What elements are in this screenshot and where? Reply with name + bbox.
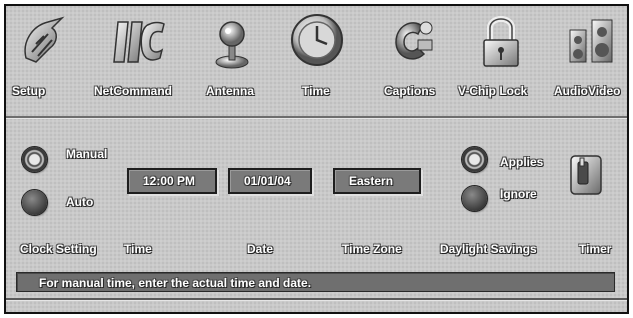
date-value: 01/01/04 bbox=[244, 174, 291, 188]
menu-bar: Setup NetCommand Antenna Time Captions V… bbox=[6, 6, 627, 118]
netcommand-icon bbox=[112, 12, 168, 77]
menu-label-audio-video: AudioVideo bbox=[554, 84, 621, 98]
menu-label-netcommand: NetCommand bbox=[94, 84, 173, 98]
daylight-savings-label: Daylight Savings bbox=[440, 242, 537, 256]
menu-item-audio-video[interactable]: AudioVideo bbox=[552, 6, 627, 114]
auto-radio-label: Auto bbox=[66, 195, 94, 209]
lock-icon bbox=[480, 12, 522, 77]
menu-item-netcommand[interactable]: NetCommand bbox=[86, 6, 186, 114]
bottom-divider bbox=[6, 298, 627, 300]
clock-setting-label: Clock Setting bbox=[20, 242, 97, 256]
audio-video-icon bbox=[566, 12, 616, 77]
captions-icon bbox=[388, 12, 436, 77]
timer-label: Timer bbox=[579, 242, 612, 256]
antenna-icon bbox=[210, 12, 254, 77]
status-message: For manual time, enter the actual time a… bbox=[39, 276, 312, 290]
date-field[interactable]: 01/01/04 bbox=[228, 168, 312, 194]
menu-label-time: Time bbox=[302, 84, 330, 98]
time-value: 12:00 PM bbox=[143, 174, 196, 188]
time-field[interactable]: 12:00 PM bbox=[127, 168, 217, 194]
menu-item-vchip-lock[interactable]: V-Chip Lock bbox=[458, 6, 544, 114]
time-label: Time bbox=[124, 242, 152, 256]
manual-radio-label: Manual bbox=[66, 147, 108, 161]
timezone-field[interactable]: Eastern bbox=[333, 168, 421, 194]
manual-radio[interactable] bbox=[22, 147, 47, 172]
menu-item-captions[interactable]: Captions bbox=[378, 6, 446, 114]
applies-radio[interactable] bbox=[462, 147, 487, 172]
timezone-label: Time Zone bbox=[342, 242, 402, 256]
menu-label-vchip-lock: V-Chip Lock bbox=[458, 84, 528, 98]
ignore-radio[interactable] bbox=[462, 186, 487, 211]
setup-icon bbox=[18, 12, 68, 77]
ignore-radio-label: Ignore bbox=[500, 187, 537, 201]
timezone-value: Eastern bbox=[349, 174, 394, 188]
menu-item-antenna[interactable]: Antenna bbox=[196, 6, 266, 114]
timer-icon[interactable] bbox=[568, 152, 604, 203]
tv-menu-screen: Setup NetCommand Antenna Time Captions V… bbox=[4, 4, 629, 314]
menu-label-antenna: Antenna bbox=[206, 84, 254, 98]
auto-radio[interactable] bbox=[22, 190, 47, 215]
clock-icon bbox=[288, 12, 346, 77]
menu-item-time[interactable]: Time bbox=[282, 6, 352, 114]
date-label: Date bbox=[247, 242, 274, 256]
applies-radio-label: Applies bbox=[500, 155, 544, 169]
menu-label-setup: Setup bbox=[12, 84, 46, 98]
menu-label-captions: Captions bbox=[384, 84, 436, 98]
status-bar: For manual time, enter the actual time a… bbox=[16, 272, 615, 292]
menu-item-setup[interactable]: Setup bbox=[12, 6, 74, 114]
